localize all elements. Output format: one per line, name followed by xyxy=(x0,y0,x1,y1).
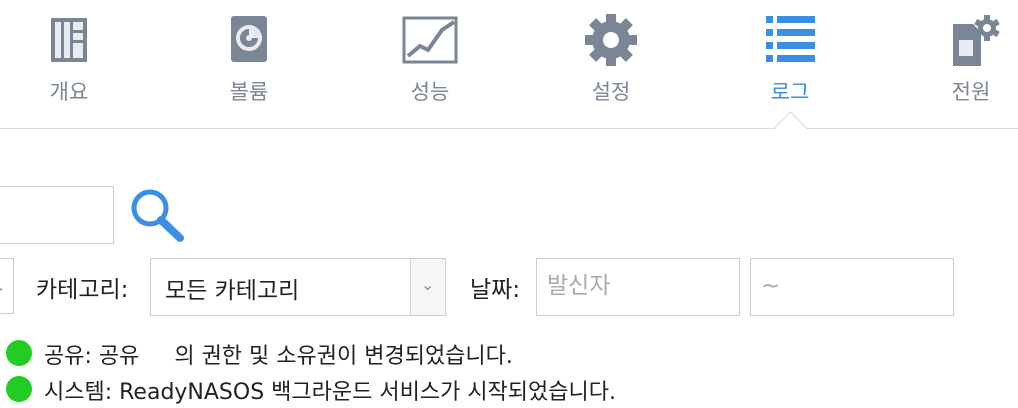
volume-icon xyxy=(231,16,267,62)
date-from-input[interactable]: 발신자 xyxy=(536,258,740,316)
tab-logs[interactable]: 로그 xyxy=(735,10,845,110)
list-icon xyxy=(766,16,815,62)
tab-power[interactable]: 전원 xyxy=(916,10,1018,110)
category-label: 카테고리: xyxy=(36,277,129,303)
severity-select[interactable]: ⌄ xyxy=(0,258,14,314)
category-select-value: 모든 카테고리 xyxy=(165,278,300,304)
performance-icon xyxy=(402,16,458,64)
search-input[interactable] xyxy=(0,186,114,244)
tab-settings[interactable]: 설정 xyxy=(556,10,666,110)
tab-settings-label: 설정 xyxy=(591,80,631,104)
tab-volume-label: 볼륨 xyxy=(229,80,269,104)
main-nav: 개요 볼륨 성능 설정 로그 전원 xyxy=(0,0,1018,144)
chevron-down-icon: ⌄ xyxy=(0,277,5,296)
tab-overview[interactable]: 개요 xyxy=(14,10,124,110)
active-tab-indicator xyxy=(774,111,807,144)
date-to-input[interactable]: ~ xyxy=(750,258,954,316)
date-label: 날짜: xyxy=(470,277,521,303)
status-dot-icon xyxy=(6,340,32,366)
category-dropdown-button[interactable]: ⌄ xyxy=(410,259,445,315)
overview-icon xyxy=(51,18,87,62)
tab-overview-label: 개요 xyxy=(49,80,89,104)
chevron-down-icon: ⌄ xyxy=(421,275,435,294)
tab-logs-label: 로그 xyxy=(770,80,810,104)
nav-divider xyxy=(0,128,1018,129)
category-select[interactable]: 모든 카테고리 ⌄ xyxy=(150,258,446,316)
tab-volume[interactable]: 볼륨 xyxy=(194,10,304,110)
tab-performance[interactable]: 성능 xyxy=(375,10,485,110)
search-icon[interactable] xyxy=(126,186,186,246)
gear-icon xyxy=(585,14,637,66)
tab-power-label: 전원 xyxy=(951,80,991,104)
log-entry-text: 시스템: ReadyNASOS 백그라운드 서비스가 시작되었습니다. xyxy=(44,380,616,405)
log-entry-text: 공유: 공유 의 권한 및 소유권이 변경되었습니다. xyxy=(44,344,513,369)
status-dot-icon xyxy=(6,376,32,402)
tab-performance-label: 성능 xyxy=(410,80,450,104)
power-settings-icon xyxy=(953,15,1000,66)
